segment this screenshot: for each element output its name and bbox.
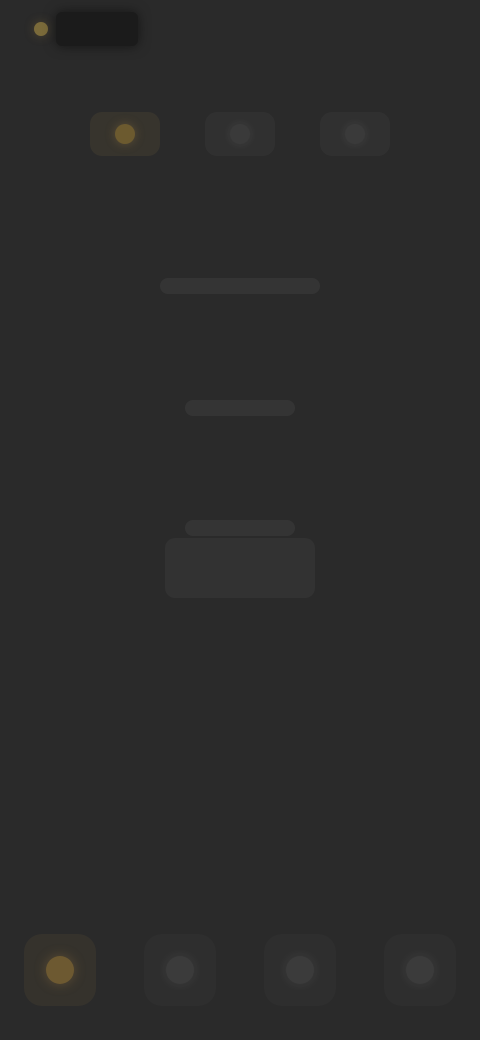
tasks-icon [286, 956, 314, 984]
nav-item-chart[interactable] [144, 934, 216, 1006]
app-screen [0, 0, 480, 1040]
bottom-navigation [0, 930, 480, 1010]
nav-item-home[interactable] [24, 934, 96, 1006]
settings-icon [345, 124, 365, 144]
stat-label-1 [160, 278, 320, 294]
top-tab-bar [90, 112, 390, 156]
stat-big-value [165, 538, 315, 598]
app-logo [34, 12, 138, 46]
logo-mark-icon [34, 22, 48, 36]
list-icon [230, 124, 250, 144]
tab-home[interactable] [90, 112, 160, 156]
profile-icon [406, 956, 434, 984]
tab-list[interactable] [205, 112, 275, 156]
chart-icon [166, 956, 194, 984]
stat-label-2 [185, 400, 295, 416]
tab-settings[interactable] [320, 112, 390, 156]
home-icon [115, 124, 135, 144]
nav-item-tasks[interactable] [264, 934, 336, 1006]
nav-item-profile[interactable] [384, 934, 456, 1006]
logo-text [56, 12, 138, 46]
home-icon [46, 956, 74, 984]
stat-label-3 [185, 520, 295, 536]
